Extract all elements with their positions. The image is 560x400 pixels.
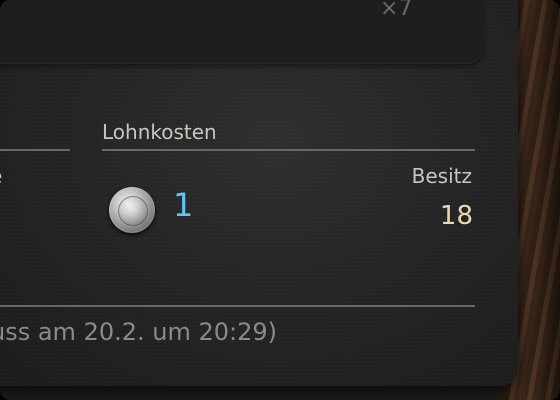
bottom-rule — [0, 305, 475, 307]
info-panel: n ×7 e Lohnkosten 1 Besitz 18 uss am 20.… — [0, 0, 518, 386]
wage-cost-amount: 1 — [173, 186, 194, 224]
wage-cost-rule — [102, 149, 475, 151]
owned-value: 18 — [439, 201, 473, 231]
wage-cost-header: Lohnkosten — [102, 120, 217, 144]
game-window: n ×7 e Lohnkosten 1 Besitz 18 uss am 20.… — [0, 0, 560, 400]
owned-label: Besitz — [411, 164, 472, 188]
top-bar: n ×7 — [0, 0, 482, 64]
left-column-rule — [0, 149, 70, 151]
footer-text: uss am 20.2. um 20:29) — [0, 318, 278, 346]
silver-coin-icon — [109, 187, 155, 233]
left-column-label: e — [0, 164, 2, 188]
close-count-label[interactable]: ×7 — [380, 0, 412, 21]
